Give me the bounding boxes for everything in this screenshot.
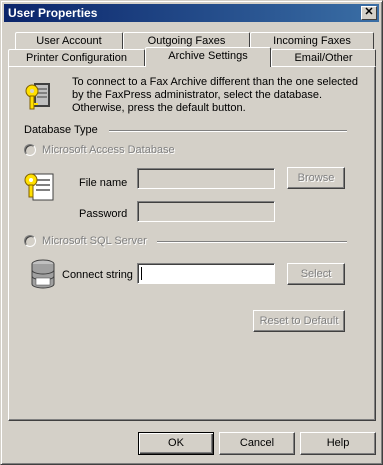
- sql-server-divider: [157, 241, 347, 243]
- connect-string-field[interactable]: [137, 263, 275, 284]
- sql-server-label: Microsoft SQL Server: [42, 235, 147, 247]
- archive-info-text: To connect to a Fax Archive different th…: [72, 76, 358, 114]
- ok-button[interactable]: OK: [138, 432, 214, 455]
- database-type-label: Database Type: [24, 124, 98, 136]
- tab-printer-configuration[interactable]: Printer Configuration: [8, 49, 145, 66]
- access-database-radio[interactable]: [24, 144, 36, 156]
- close-icon: ✕: [364, 6, 374, 18]
- access-database-label: Microsoft Access Database: [42, 144, 175, 156]
- access-database-icon: [24, 173, 54, 201]
- database-type-divider: [109, 130, 347, 132]
- help-button[interactable]: Help: [300, 432, 376, 455]
- cancel-button[interactable]: Cancel: [219, 432, 295, 455]
- tab-user-account[interactable]: User Account: [15, 32, 123, 49]
- file-name-label: File name: [79, 177, 128, 189]
- password-label: Password: [79, 208, 128, 220]
- connect-string-label: Connect string: [62, 269, 133, 281]
- reset-to-default-button[interactable]: Reset to Default: [253, 310, 345, 332]
- select-button[interactable]: Select: [287, 263, 345, 285]
- archive-key-icon: [25, 83, 50, 110]
- user-properties-dialog: User Properties ✕ User Account Outgoing …: [0, 0, 383, 465]
- tab-email-other[interactable]: Email/Other: [271, 49, 376, 66]
- text-caret: [141, 267, 142, 280]
- close-button[interactable]: ✕: [361, 6, 377, 20]
- file-name-field[interactable]: [137, 168, 275, 189]
- title-bar[interactable]: User Properties ✕: [4, 4, 379, 22]
- sql-server-radio[interactable]: [24, 235, 36, 247]
- window-title: User Properties: [8, 6, 98, 20]
- browse-button[interactable]: Browse: [287, 167, 345, 189]
- tab-archive-settings[interactable]: Archive Settings: [145, 47, 271, 67]
- archive-settings-panel: To connect to a Fax Archive different th…: [8, 66, 376, 421]
- sql-server-icon: [31, 259, 55, 289]
- password-field[interactable]: [137, 201, 275, 222]
